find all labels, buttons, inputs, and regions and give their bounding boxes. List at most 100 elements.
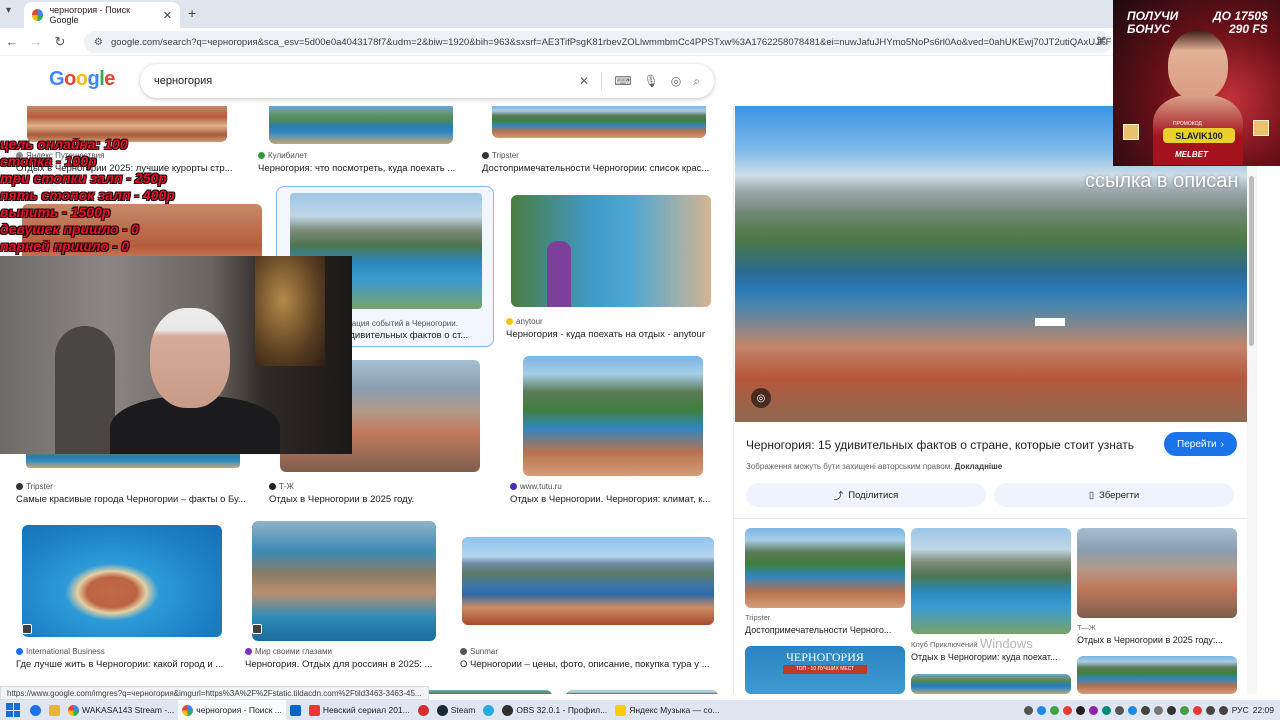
tray-icon[interactable] xyxy=(1127,705,1137,715)
result-image[interactable] xyxy=(511,195,711,307)
music-icon xyxy=(615,704,627,716)
result-title[interactable]: Достопримечательности Черногории: список… xyxy=(482,163,716,174)
language-indicator[interactable]: РУС xyxy=(1232,705,1249,715)
translate-icon[interactable]: ⌘ xyxy=(1096,35,1107,48)
lens-icon[interactable]: ◎ xyxy=(751,388,771,408)
taskbar-item[interactable]: Steam xyxy=(433,700,480,720)
tray-icon[interactable] xyxy=(1101,705,1111,715)
result-card[interactable]: Tripster Достопримечательности Черногори… xyxy=(478,106,718,178)
opera-icon[interactable] xyxy=(414,700,433,720)
related-title[interactable]: Достопримечательности Черного... xyxy=(745,625,905,635)
result-image[interactable] xyxy=(269,106,453,144)
start-icon[interactable] xyxy=(6,703,20,717)
taskbar-item[interactable]: Невский сериал 201... xyxy=(305,700,414,720)
ad-amount: ДО 1750$ 290 FS xyxy=(1213,10,1268,36)
related-title[interactable]: Отдых в Черногории: куда поехат... xyxy=(911,652,1071,662)
tray-icon[interactable] xyxy=(1088,705,1098,715)
result-card[interactable]: Кулибилет Черногория: что посмотреть, ку… xyxy=(256,106,466,178)
reload-icon[interactable]: ↻ xyxy=(48,34,72,50)
result-title[interactable]: Где лучше жить в Черногории: какой город… xyxy=(16,659,234,670)
result-title[interactable]: О Черногории – цены, фото, описание, пок… xyxy=(460,659,720,670)
goal-line: три стопки залп - 250р xyxy=(0,170,167,186)
tray-icon[interactable] xyxy=(1192,705,1202,715)
clear-icon[interactable]: ✕ xyxy=(579,74,589,88)
tab-close-icon[interactable]: ✕ xyxy=(163,9,172,22)
result-title[interactable]: Черногория: что посмотреть, куда поехать… xyxy=(258,163,464,174)
lens-icon[interactable]: ◎ xyxy=(671,74,681,88)
gift-icon xyxy=(1253,120,1269,136)
result-title[interactable]: Черногория - куда поехать на отдых - any… xyxy=(506,329,718,340)
url-field[interactable]: ⚙ google.com/search?q=черногория&sca_esv… xyxy=(84,31,1112,53)
new-tab-icon[interactable]: + xyxy=(188,5,196,21)
taskbar-item[interactable]: OBS 32.0.1 - Профил... xyxy=(498,700,611,720)
back-icon[interactable]: ← xyxy=(0,34,24,49)
preview-title[interactable]: Черногория: 15 удивительных фактов о стр… xyxy=(746,438,1134,452)
related-image[interactable]: ЧЕРНОГОРИЯ ТОП - 10 ЛУЧШИХ МЕСТ xyxy=(745,646,905,694)
result-image[interactable] xyxy=(424,690,552,694)
tab-search-icon[interactable]: ▾ xyxy=(6,5,11,16)
scrollbar-thumb[interactable] xyxy=(1249,176,1254,346)
telegram-icon[interactable] xyxy=(479,700,498,720)
forward-icon[interactable]: → xyxy=(24,34,48,49)
microphone-icon[interactable]: 🎙 xyxy=(644,74,659,88)
folder-icon[interactable] xyxy=(45,700,64,720)
tray-icon[interactable] xyxy=(1049,705,1059,715)
search-icon[interactable]: ⌕ xyxy=(693,74,700,89)
related-title[interactable]: Отдых в Черногории в 2025 году:... xyxy=(1077,635,1237,645)
result-card[interactable]: Sunmar О Черногории – цены, фото, описан… xyxy=(456,524,722,680)
taskbar-item[interactable]: черногория - Поиск ... xyxy=(178,700,286,720)
result-title[interactable]: Отдых в Черногории в 2025 году. xyxy=(269,494,494,505)
site-info-icon[interactable]: ⚙ xyxy=(94,37,103,48)
taskbar-item[interactable]: Яндекс Музыка — со... xyxy=(611,700,723,720)
tray-icon[interactable] xyxy=(1023,705,1033,715)
search-taskbar-icon[interactable] xyxy=(26,700,45,720)
search-box[interactable]: черногория ✕ ⌨ 🎙 ◎ ⌕ xyxy=(140,64,714,98)
tray-icon[interactable] xyxy=(1114,705,1124,715)
related-image[interactable] xyxy=(911,528,1071,634)
search-input[interactable]: черногория xyxy=(154,75,212,87)
result-image[interactable] xyxy=(566,690,718,694)
tray-icon[interactable] xyxy=(1036,705,1046,715)
learn-more-link[interactable]: Докладніше xyxy=(955,462,1003,471)
browser-tab[interactable]: черногория - Поиск Google ✕ xyxy=(24,2,180,28)
save-button[interactable]: ▯ Зберегти xyxy=(994,483,1234,507)
visit-button[interactable]: Перейти › xyxy=(1164,432,1237,456)
tray-icon[interactable] xyxy=(1075,705,1085,715)
result-title[interactable]: ...удивительных фактов о ст... xyxy=(337,330,487,341)
result-card[interactable]: Мир своими глазами Черногория. Отдых для… xyxy=(242,518,446,680)
tray-icon[interactable] xyxy=(1179,705,1189,715)
clock[interactable]: 22:09 xyxy=(1253,705,1274,715)
share-button[interactable]: ⤴ Поділитися xyxy=(746,483,986,507)
result-card[interactable]: anytour Черногория - куда поехать на отд… xyxy=(502,190,720,346)
outlook-icon[interactable] xyxy=(286,700,305,720)
related-image[interactable] xyxy=(911,674,1071,694)
taskbar-item[interactable]: WAKASA143 Stream -... xyxy=(64,700,178,720)
result-image[interactable] xyxy=(523,356,703,476)
related-image[interactable] xyxy=(1077,656,1237,694)
panel-scrollbar[interactable] xyxy=(1247,106,1257,694)
result-title[interactable]: Отдых в Черногории. Черногория: климат, … xyxy=(510,494,722,505)
result-title[interactable]: Самые красивые города Черногории – факты… xyxy=(16,494,254,505)
source-favicon-icon xyxy=(245,648,252,655)
tray-icon[interactable] xyxy=(1153,705,1163,715)
result-title[interactable]: Черногория. Отдых для россиян в 2025: ..… xyxy=(245,659,443,670)
source-text: Мир своими глазами xyxy=(255,647,332,656)
result-image[interactable] xyxy=(492,106,706,138)
result-source: International Business xyxy=(16,647,105,656)
related-image[interactable] xyxy=(1077,528,1237,618)
result-image[interactable] xyxy=(22,525,222,637)
tray-icon[interactable] xyxy=(1166,705,1176,715)
keyboard-icon[interactable]: ⌨ xyxy=(614,74,631,88)
result-image[interactable] xyxy=(462,537,714,625)
copyright-note: Зображення можуть бути захищені авторськ… xyxy=(746,462,1002,471)
tray-icon[interactable] xyxy=(1062,705,1072,715)
wifi-icon[interactable] xyxy=(1205,705,1215,715)
result-card[interactable]: International Business Где лучше жить в … xyxy=(12,520,234,680)
result-image[interactable] xyxy=(252,521,436,641)
volume-icon[interactable] xyxy=(1218,705,1228,715)
tray-icon[interactable] xyxy=(1140,705,1150,715)
related-image[interactable] xyxy=(745,528,905,608)
google-logo[interactable]: Google xyxy=(49,68,115,91)
result-card[interactable]: www.tutu.ru Отдых в Черногории. Черногор… xyxy=(508,352,722,512)
logo-letter: e xyxy=(104,68,115,90)
